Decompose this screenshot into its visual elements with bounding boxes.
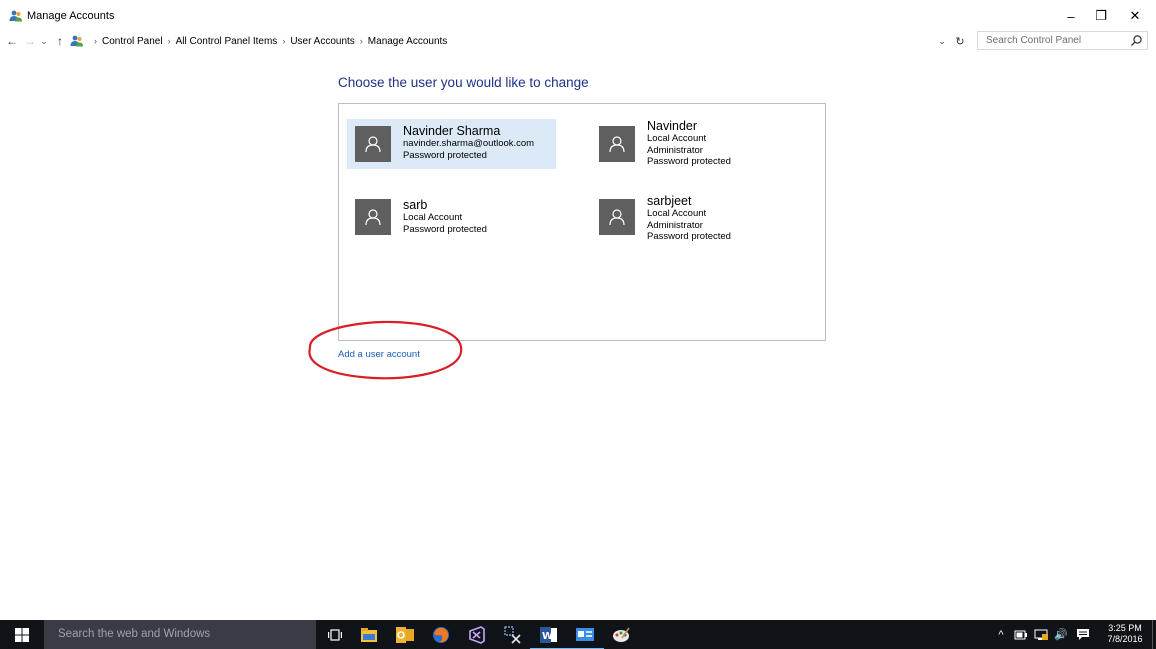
account-type: Local Account	[647, 208, 707, 219]
avatar	[599, 199, 635, 235]
window-title: Manage Accounts	[27, 10, 115, 22]
task-view-icon[interactable]	[324, 624, 346, 646]
snipping-tool-icon[interactable]	[502, 624, 524, 646]
network-icon[interactable]	[1032, 620, 1050, 649]
search-placeholder: Search Control Panel	[986, 35, 1082, 46]
account-type: Local Account	[403, 212, 463, 223]
user-icon	[609, 209, 625, 226]
user-icon	[365, 136, 381, 153]
file-explorer-icon[interactable]	[358, 624, 380, 646]
taskbar-search-input[interactable]: Search the web and Windows	[44, 620, 316, 649]
user-accounts-icon	[9, 10, 22, 22]
account-password-status: Password protected	[647, 231, 731, 242]
avatar	[355, 199, 391, 235]
svg-text:W: W	[542, 631, 553, 642]
taskbar-search-placeholder: Search the web and Windows	[58, 628, 211, 640]
clock-time: 3:25 PM	[1108, 623, 1142, 633]
user-icon	[609, 136, 625, 153]
search-icon	[1131, 35, 1142, 46]
breadcrumb-all-items[interactable]: All Control Panel Items	[176, 36, 278, 47]
account-password-status: Password protected	[403, 149, 487, 161]
firefox-icon[interactable]	[430, 624, 452, 646]
account-info: Navinder Local Account Administrator Pas…	[647, 119, 731, 168]
account-info: sarbjeet Local Account Administrator Pas…	[647, 194, 731, 243]
accounts-list: Navinder Sharma navinder.sharma@outlook.…	[338, 103, 826, 341]
user-icon	[365, 209, 381, 226]
system-clock[interactable]: 3:25 PM 7/8/2016	[1100, 623, 1150, 645]
breadcrumb-manage-accounts[interactable]: Manage Accounts	[368, 36, 448, 47]
forward-button[interactable]: →	[22, 32, 38, 50]
account-tile-sarb[interactable]: sarb Local Account Password protected	[347, 192, 556, 242]
title-bar: Manage Accounts – ❐ ✕	[0, 0, 1156, 32]
clock-date: 7/8/2016	[1107, 634, 1143, 644]
windows-logo-icon	[15, 627, 29, 642]
refresh-button[interactable]: ↻	[952, 33, 968, 49]
outlook-icon[interactable]	[394, 624, 416, 646]
volume-icon[interactable]: 🔊	[1052, 620, 1070, 649]
account-name: Navinder	[647, 119, 698, 133]
user-accounts-icon	[70, 35, 83, 47]
search-input[interactable]: Search Control Panel	[977, 31, 1148, 50]
chevron-right-icon[interactable]: ›	[360, 36, 363, 46]
action-center-icon[interactable]	[1074, 620, 1092, 649]
breadcrumb-control-panel[interactable]: Control Panel	[102, 36, 163, 47]
avatar	[355, 126, 391, 162]
restore-button[interactable]: ❐	[1084, 0, 1118, 32]
word-icon[interactable]: W	[530, 624, 568, 649]
chevron-right-icon[interactable]: ›	[168, 36, 171, 46]
account-role: Administrator	[647, 219, 703, 231]
taskbar: Search the web and Windows W ^ 🔊 3:25 PM…	[0, 620, 1156, 649]
start-button[interactable]	[0, 620, 44, 649]
recent-locations-button[interactable]: ⌄	[38, 32, 50, 50]
tray-chevron-icon[interactable]: ^	[994, 620, 1008, 649]
control-panel-icon[interactable]	[566, 624, 604, 649]
account-name: sarb	[403, 198, 428, 212]
paint-icon[interactable]	[610, 624, 632, 646]
account-type: Local Account	[647, 133, 707, 144]
close-button[interactable]: ✕	[1118, 0, 1152, 32]
account-info: sarb Local Account Password protected	[403, 198, 487, 235]
breadcrumb-user-accounts[interactable]: User Accounts	[290, 36, 354, 47]
account-name: Navinder Sharma	[403, 124, 501, 138]
minimize-button[interactable]: –	[1054, 0, 1088, 32]
back-button[interactable]: ←	[4, 32, 20, 50]
account-name: sarbjeet	[647, 194, 692, 208]
account-tile-navinder-sharma[interactable]: Navinder Sharma navinder.sharma@outlook.…	[347, 119, 556, 169]
battery-icon[interactable]	[1012, 620, 1030, 649]
add-user-account-link[interactable]: Add a user account	[338, 349, 420, 360]
visual-studio-icon[interactable]	[466, 624, 488, 646]
account-info: Navinder Sharma navinder.sharma@outlook.…	[403, 124, 534, 161]
chevron-right-icon[interactable]: ›	[282, 36, 285, 46]
account-password-status: Password protected	[647, 156, 731, 167]
page-heading: Choose the user you would like to change	[338, 75, 589, 90]
account-email: navinder.sharma@outlook.com	[403, 138, 535, 149]
avatar	[599, 126, 635, 162]
breadcrumb: › Control Panel › All Control Panel Item…	[70, 33, 950, 49]
account-password-status: Password protected	[403, 223, 487, 235]
account-tile-navinder[interactable]: Navinder Local Account Administrator Pas…	[591, 119, 791, 169]
address-dropdown-button[interactable]: ⌄	[935, 33, 949, 49]
up-button[interactable]: ↑	[52, 32, 68, 50]
chevron-right-icon[interactable]: ›	[94, 36, 97, 46]
show-desktop-button[interactable]	[1152, 620, 1156, 649]
account-tile-sarbjeet[interactable]: sarbjeet Local Account Administrator Pas…	[591, 192, 791, 242]
account-role: Administrator	[647, 144, 703, 156]
